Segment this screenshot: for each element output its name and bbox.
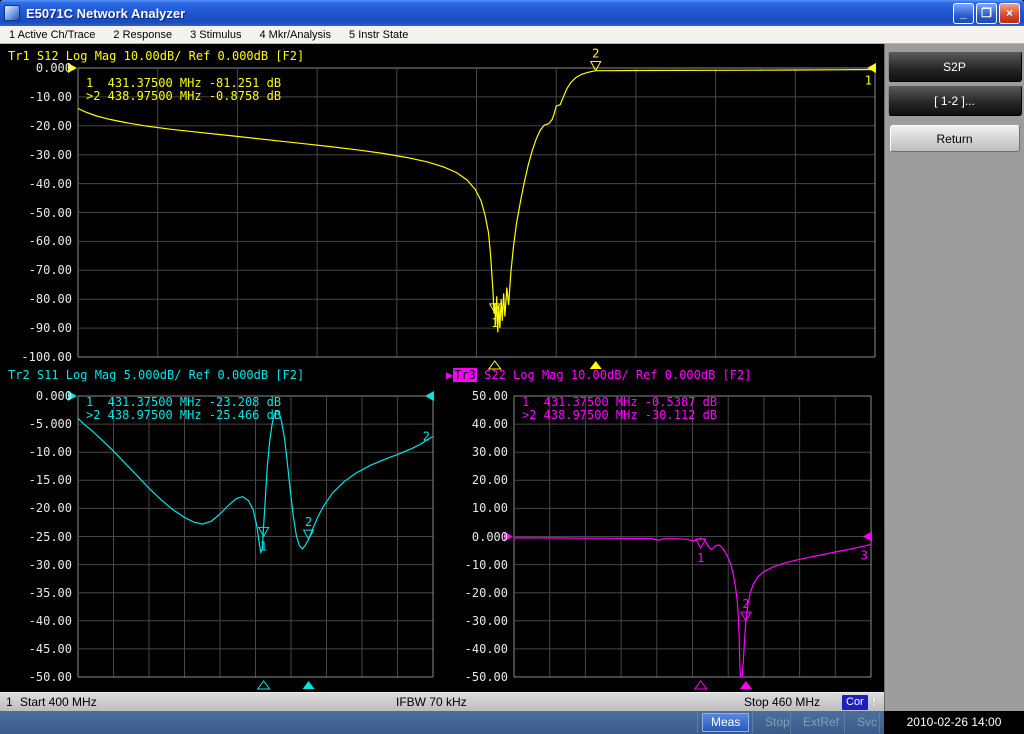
softkey-1-2[interactable]: [ 1-2 ]... (888, 85, 1022, 116)
menu-item-response[interactable]: 2 Response (104, 26, 181, 43)
correction-badge: Cor (842, 695, 868, 710)
tr2-scale-label: -35.00 (12, 587, 72, 599)
tr3-trace-number: 3 (861, 548, 868, 562)
tr2-scale-label: -25.00 (12, 531, 72, 543)
status-bar: 1 Start 400 MHz IFBW 70 kHz Stop 460 MHz… (0, 692, 884, 711)
tr3-scale-label: -20.00 (448, 587, 508, 599)
tr1-marker-2[interactable]: 2 (590, 47, 602, 369)
softkey-return[interactable]: Return (890, 125, 1020, 152)
window-controls: _❐× (953, 3, 1020, 24)
minimize-button[interactable]: _ (953, 3, 974, 24)
svg-text:2: 2 (592, 47, 599, 61)
tr3-scale-label: -30.00 (448, 615, 508, 627)
tr2-scale-label: -10.00 (12, 446, 72, 458)
tr3-scale-label: 40.00 (448, 418, 508, 430)
tr3-grid (514, 396, 871, 677)
tr1-scale-label: -30.00 (12, 149, 72, 161)
softkey-s2p[interactable]: S2P (888, 51, 1022, 82)
system-indicator-svc: Svc (849, 713, 885, 732)
start-frequency: Start 400 MHz (20, 695, 97, 709)
tr2-marker-1[interactable]: 1 (258, 527, 270, 689)
tr3-scale-label: 10.00 (448, 502, 508, 514)
system-indicator-extref: ExtRef (795, 713, 847, 732)
tr3-scale-label: -50.00 (448, 671, 508, 683)
tr2-marker-2[interactable]: 2 (303, 515, 315, 689)
tr2-marker-readout-2: >2 438.97500 MHz -25.466 dB (86, 409, 281, 422)
tr3-header[interactable]: ▶Tr3 S22 Log Mag 10.00dB/ Ref 0.000dB [F… (446, 369, 751, 382)
tr1-scale-label: -80.00 (12, 293, 72, 305)
tr1-scale-label: -20.00 (12, 120, 72, 132)
tr3-scale-label: 50.00 (448, 390, 508, 402)
graph-area: 121122123 Tr1 S12 Log Mag 10.00dB/ Ref 0… (0, 44, 884, 692)
tr1-grid (78, 68, 875, 357)
tr2-scale-label: -45.00 (12, 643, 72, 655)
tr1-scale-label: -10.00 (12, 91, 72, 103)
tr1-scale-label: 0.000 (12, 62, 72, 74)
tr2-grid (78, 396, 433, 677)
tr1-scale-label: -100.00 (12, 351, 72, 363)
tr1-scale-label: -70.00 (12, 264, 72, 276)
system-bar-separator (697, 712, 698, 733)
system-bar: 2010-02-26 14:00 Meas StopExtRefSvc (0, 711, 1024, 734)
tr1-scale-label: -50.00 (12, 207, 72, 219)
tr2-scale-label: -20.00 (12, 502, 72, 514)
tr1-marker-readout-2: >2 438.97500 MHz -0.8758 dB (86, 90, 281, 103)
menu-item-active-ch-trace[interactable]: 1 Active Ch/Trace (0, 26, 104, 43)
svg-text:2: 2 (742, 597, 749, 611)
tr3-scale-label: 30.00 (448, 446, 508, 458)
system-indicator-meas: Meas (702, 713, 749, 732)
tr1-scale-label: -90.00 (12, 322, 72, 334)
close-button[interactable]: × (999, 3, 1020, 24)
title-bar[interactable]: E5071C Network Analyzer _❐× (0, 0, 1024, 26)
tr1-scale-label: -40.00 (12, 178, 72, 190)
svg-text:1: 1 (491, 316, 498, 330)
tr2-header[interactable]: Tr2 S11 Log Mag 5.000dB/ Ref 0.000dB [F2… (8, 369, 304, 382)
ifbw-readout: IFBW 70 kHz (396, 695, 467, 709)
svg-text:1: 1 (260, 539, 267, 553)
system-indicator-stop: Stop (757, 713, 798, 732)
restore-button[interactable]: ❐ (976, 3, 997, 24)
tr3-scale-label: 20.00 (448, 474, 508, 486)
tr1-trace-number: 1 (865, 74, 872, 88)
warning-indicator: ! (872, 695, 876, 709)
menu-bar: 1 Active Ch/Trace2 Response3 Stimulus4 M… (0, 26, 1024, 44)
tr2-trace-number: 2 (423, 429, 430, 443)
svg-text:2: 2 (305, 515, 312, 529)
tr2-scale-label: -50.00 (12, 671, 72, 683)
tr3-format: S22 Log Mag 10.00dB/ Ref 0.000dB [F2] (477, 368, 752, 382)
tr2-scale-label: -15.00 (12, 474, 72, 486)
system-bar-separator (752, 712, 753, 733)
channel-number: 1 (6, 695, 13, 709)
svg-text:1: 1 (697, 551, 704, 565)
stop-frequency: Stop 460 MHz (744, 695, 820, 709)
tr2-scale-label: 0.000 (12, 390, 72, 402)
tr3-marker-2[interactable]: 2 (740, 597, 752, 689)
tr3-scale-label: 0.000 (448, 531, 508, 543)
menu-item-mkr-analysis[interactable]: 4 Mkr/Analysis (250, 26, 340, 43)
tr3-label: Tr3 (453, 368, 477, 382)
menu-item-instr-state[interactable]: 5 Instr State (340, 26, 417, 43)
window-title: E5071C Network Analyzer (26, 6, 185, 21)
softkey-panel: S2P[ 1-2 ]... Return (884, 44, 1024, 711)
menu-item-stimulus[interactable]: 3 Stimulus (181, 26, 250, 43)
tr2-scale-label: -5.000 (12, 418, 72, 430)
tr2-scale-label: -40.00 (12, 615, 72, 627)
tr1-scale-label: -60.00 (12, 235, 72, 247)
tr3-scale-label: -40.00 (448, 643, 508, 655)
e5071c-window: E5071C Network Analyzer _❐× 1 Active Ch/… (0, 0, 1024, 734)
tr3-marker-1[interactable]: 1 (695, 539, 707, 689)
tr3-marker-readout-2: >2 438.97500 MHz -30.112 dB (522, 409, 717, 422)
tr3-scale-label: -10.00 (448, 559, 508, 571)
tr2-scale-label: -30.00 (12, 559, 72, 571)
app-icon (4, 5, 20, 21)
datetime-display: 2010-02-26 14:00 (884, 711, 1024, 734)
